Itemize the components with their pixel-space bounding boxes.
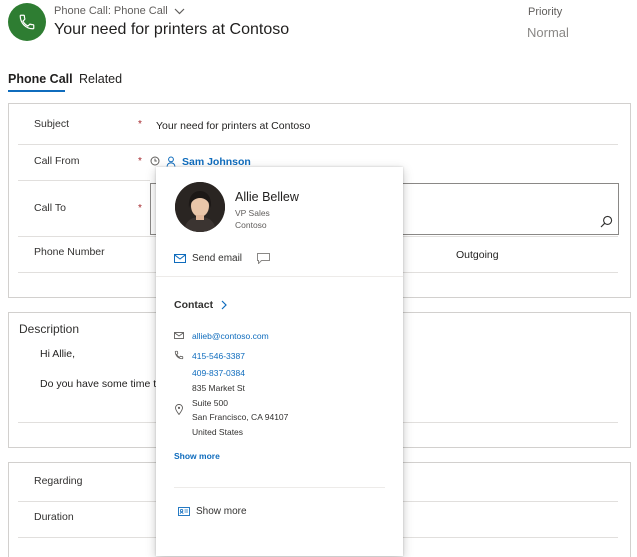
address-line: San Francisco, CA 94107 xyxy=(192,412,289,422)
required-indicator: * xyxy=(138,119,142,130)
phone-number-label: Phone Number xyxy=(34,246,105,258)
chevron-down-icon xyxy=(174,8,185,14)
tab-related[interactable]: Related xyxy=(79,72,122,86)
direction-toggle[interactable]: Outgoing xyxy=(456,249,499,261)
description-label: Description xyxy=(19,322,80,336)
chat-icon[interactable] xyxy=(257,253,270,264)
row-divider xyxy=(18,180,150,181)
call-from-label: Call From xyxy=(34,155,80,167)
search-icon[interactable] xyxy=(600,215,613,228)
description-line[interactable]: Hi Allie, xyxy=(40,348,75,360)
mail-icon xyxy=(174,332,184,339)
clock-icon xyxy=(150,156,160,166)
address-line: United States xyxy=(192,427,244,437)
contact-card-popup: Allie Bellew VP Sales Contoso Send email… xyxy=(156,167,403,556)
send-email-button[interactable]: Send email xyxy=(174,253,242,264)
row-divider xyxy=(18,144,618,145)
contact-heading: Contact xyxy=(174,299,214,311)
regarding-label: Regarding xyxy=(34,475,83,487)
address-line: Suite 500 xyxy=(192,398,228,408)
address-line: 835 Market St xyxy=(192,383,245,393)
contact-card-icon xyxy=(178,507,190,516)
contact-phone-link[interactable]: 409-837-0384 xyxy=(192,368,245,378)
tab-phone-call[interactable]: Phone Call xyxy=(8,72,73,86)
mail-icon xyxy=(174,254,186,263)
description-line[interactable]: Do you have some time to xyxy=(40,378,162,390)
contact-email-link[interactable]: allieb@contoso.com xyxy=(192,331,269,341)
contact-company: Contoso xyxy=(235,220,267,230)
call-to-label: Call To xyxy=(34,202,66,214)
show-more-label: Show more xyxy=(196,506,247,517)
phone-icon xyxy=(174,350,184,360)
card-divider xyxy=(174,487,385,488)
priority-value[interactable]: Normal xyxy=(527,25,569,40)
subject-field[interactable]: Your need for printers at Contoso xyxy=(156,120,310,132)
required-indicator: * xyxy=(138,203,142,214)
subject-label: Subject xyxy=(34,118,70,130)
duration-label: Duration xyxy=(34,511,74,523)
contact-name: Allie Bellew xyxy=(235,190,299,204)
entity-type-label: Phone Call: Phone Call xyxy=(54,5,168,17)
phone-icon xyxy=(19,14,35,30)
send-email-label: Send email xyxy=(192,253,243,264)
record-title: Your need for printers at Contoso xyxy=(54,21,290,38)
phone-call-entity-icon xyxy=(8,3,46,41)
active-tab-indicator xyxy=(8,90,65,92)
contact-section-toggle[interactable]: Contact xyxy=(174,299,227,311)
priority-label: Priority xyxy=(528,6,563,18)
contact-icon xyxy=(166,156,176,167)
contact-photo xyxy=(175,182,225,232)
contact-job-title: VP Sales xyxy=(235,208,270,218)
required-indicator: * xyxy=(138,156,142,167)
entity-form-selector[interactable]: Phone Call: Phone Call xyxy=(54,5,185,17)
chevron-right-icon xyxy=(221,300,227,310)
location-pin-icon xyxy=(175,404,183,415)
show-more-contact-link[interactable]: Show more xyxy=(174,451,220,461)
contact-phone-link[interactable]: 415-546-3387 xyxy=(192,351,245,361)
show-more-button[interactable]: Show more xyxy=(178,506,247,517)
card-divider xyxy=(156,276,403,277)
